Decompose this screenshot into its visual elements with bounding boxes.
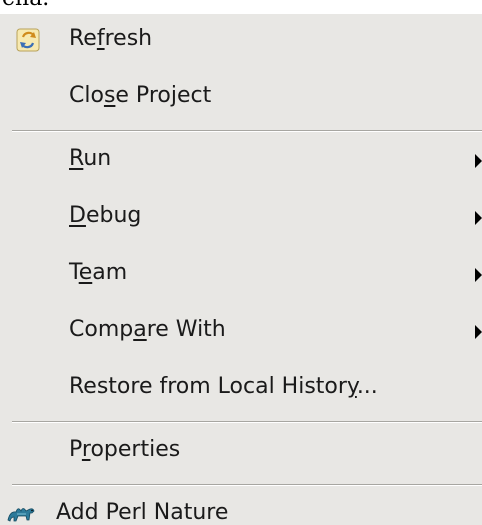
top-clipped-text: ená.: [0, 0, 482, 14]
menu-item-label: Add Perl Nature: [56, 500, 229, 525]
menu-item-label: Close Project: [69, 83, 212, 108]
menu-item-label: Compare With: [69, 317, 226, 342]
submenu-arrow-icon: [475, 154, 482, 168]
menu-item-properties[interactable]: Properties: [0, 425, 482, 482]
submenu-arrow-icon: [475, 268, 482, 282]
menu-item-add-perl-nature[interactable]: Add Perl Nature: [0, 488, 482, 525]
menu-item-compare-with[interactable]: Compare With: [0, 305, 482, 362]
menu-item-refresh[interactable]: Refresh: [0, 14, 482, 71]
camel-icon: [4, 500, 38, 525]
menu-item-label: Restore from Local History...: [69, 374, 378, 399]
menu-item-label: Properties: [69, 437, 181, 462]
menu-item-restore-local-history[interactable]: Restore from Local History...: [0, 362, 482, 419]
clipped-text-fragment: ená.: [2, 0, 49, 12]
menu-item-label: Run: [69, 146, 112, 171]
menu-item-run[interactable]: Run: [0, 134, 482, 191]
submenu-arrow-icon: [475, 211, 482, 225]
menu-item-label: Refresh: [69, 26, 153, 51]
menu-item-debug[interactable]: Debug: [0, 191, 482, 248]
submenu-arrow-icon: [475, 325, 482, 339]
refresh-icon: [14, 26, 42, 54]
menu-item-team[interactable]: Team: [0, 248, 482, 305]
context-menu: Refresh Close Project Run Debug Team Com…: [0, 14, 482, 525]
menu-item-close-project[interactable]: Close Project: [0, 71, 482, 128]
menu-item-label: Debug: [69, 203, 142, 228]
menu-item-label: Team: [69, 260, 128, 285]
